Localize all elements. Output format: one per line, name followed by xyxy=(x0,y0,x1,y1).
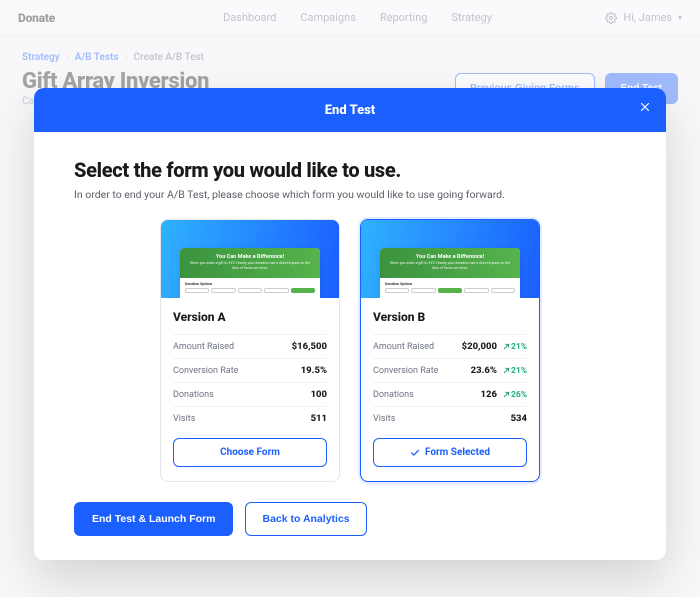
stat-delta: 21% xyxy=(503,342,527,352)
stat-value: 23.6% xyxy=(471,365,497,376)
stat-label: Visits xyxy=(173,414,195,424)
stat-value: 100 xyxy=(311,389,327,400)
stat-visits: Visits 511 xyxy=(173,406,327,430)
preview-banner-title: You Can Make a Difference! xyxy=(388,254,512,260)
modal-header: End Test xyxy=(34,88,666,132)
modal-footer: End Test & Launch Form Back to Analytics xyxy=(34,502,666,560)
stat-amount-raised: Amount Raised $16,500 xyxy=(173,334,327,358)
stat-donations: Donations 126 26% xyxy=(373,382,527,406)
stat-label: Amount Raised xyxy=(373,342,434,352)
preview-banner-sub: When you make a gift to XYZ Charity your… xyxy=(188,261,312,271)
stat-value: 19.5% xyxy=(301,365,327,376)
version-name: Version A xyxy=(173,310,327,324)
stat-value: 126 xyxy=(481,389,497,400)
stat-label: Donations xyxy=(173,390,214,400)
arrow-up-right-icon xyxy=(503,391,510,398)
stat-amount-raised: Amount Raised $20,000 21% xyxy=(373,334,527,358)
stat-value: $16,500 xyxy=(292,341,327,352)
stat-label: Amount Raised xyxy=(173,342,234,352)
end-test-modal: End Test Select the form you would like … xyxy=(34,88,666,560)
stat-label: Conversion Rate xyxy=(373,366,438,376)
form-cards: You Can Make a Difference! When you make… xyxy=(74,219,626,482)
stat-label: Visits xyxy=(373,414,395,424)
stat-value: 534 xyxy=(511,413,527,424)
modal-header-title: End Test xyxy=(325,103,376,118)
check-icon xyxy=(410,448,420,458)
form-preview: You Can Make a Difference! When you make… xyxy=(161,220,339,298)
form-preview: You Can Make a Difference! When you make… xyxy=(361,220,539,298)
preview-banner-title: You Can Make a Difference! xyxy=(188,254,312,260)
modal-title: Select the form you would like to use. xyxy=(74,158,626,182)
stat-conversion-rate: Conversion Rate 19.5% xyxy=(173,358,327,382)
stat-donations: Donations 100 xyxy=(173,382,327,406)
end-test-launch-button[interactable]: End Test & Launch Form xyxy=(74,502,233,536)
stat-conversion-rate: Conversion Rate 23.6% 21% xyxy=(373,358,527,382)
stat-delta: 26% xyxy=(503,390,527,400)
close-icon[interactable] xyxy=(638,100,652,114)
stat-visits: Visits 534 xyxy=(373,406,527,430)
arrow-up-right-icon xyxy=(503,367,510,374)
arrow-up-right-icon xyxy=(503,343,510,350)
form-card-b[interactable]: You Can Make a Difference! When you make… xyxy=(360,219,540,482)
choose-form-button[interactable]: Choose Form xyxy=(173,438,327,467)
form-card-a[interactable]: You Can Make a Difference! When you make… xyxy=(160,219,340,482)
stat-label: Donations xyxy=(373,390,414,400)
modal-subtitle: In order to end your A/B Test, please ch… xyxy=(74,188,626,201)
preview-banner-sub: When you make a gift to XYZ Charity your… xyxy=(388,261,512,271)
stat-value: 511 xyxy=(311,413,327,424)
stat-value: $20,000 xyxy=(462,341,497,352)
stat-label: Conversion Rate xyxy=(173,366,238,376)
stat-delta: 21% xyxy=(503,366,527,376)
back-to-analytics-button[interactable]: Back to Analytics xyxy=(245,502,366,536)
preview-section-label: Donation Options xyxy=(385,282,515,286)
preview-section-label: Donation Options xyxy=(185,282,315,286)
form-selected-button[interactable]: Form Selected xyxy=(373,438,527,467)
modal-overlay: End Test Select the form you would like … xyxy=(0,0,700,597)
version-name: Version B xyxy=(373,310,527,324)
